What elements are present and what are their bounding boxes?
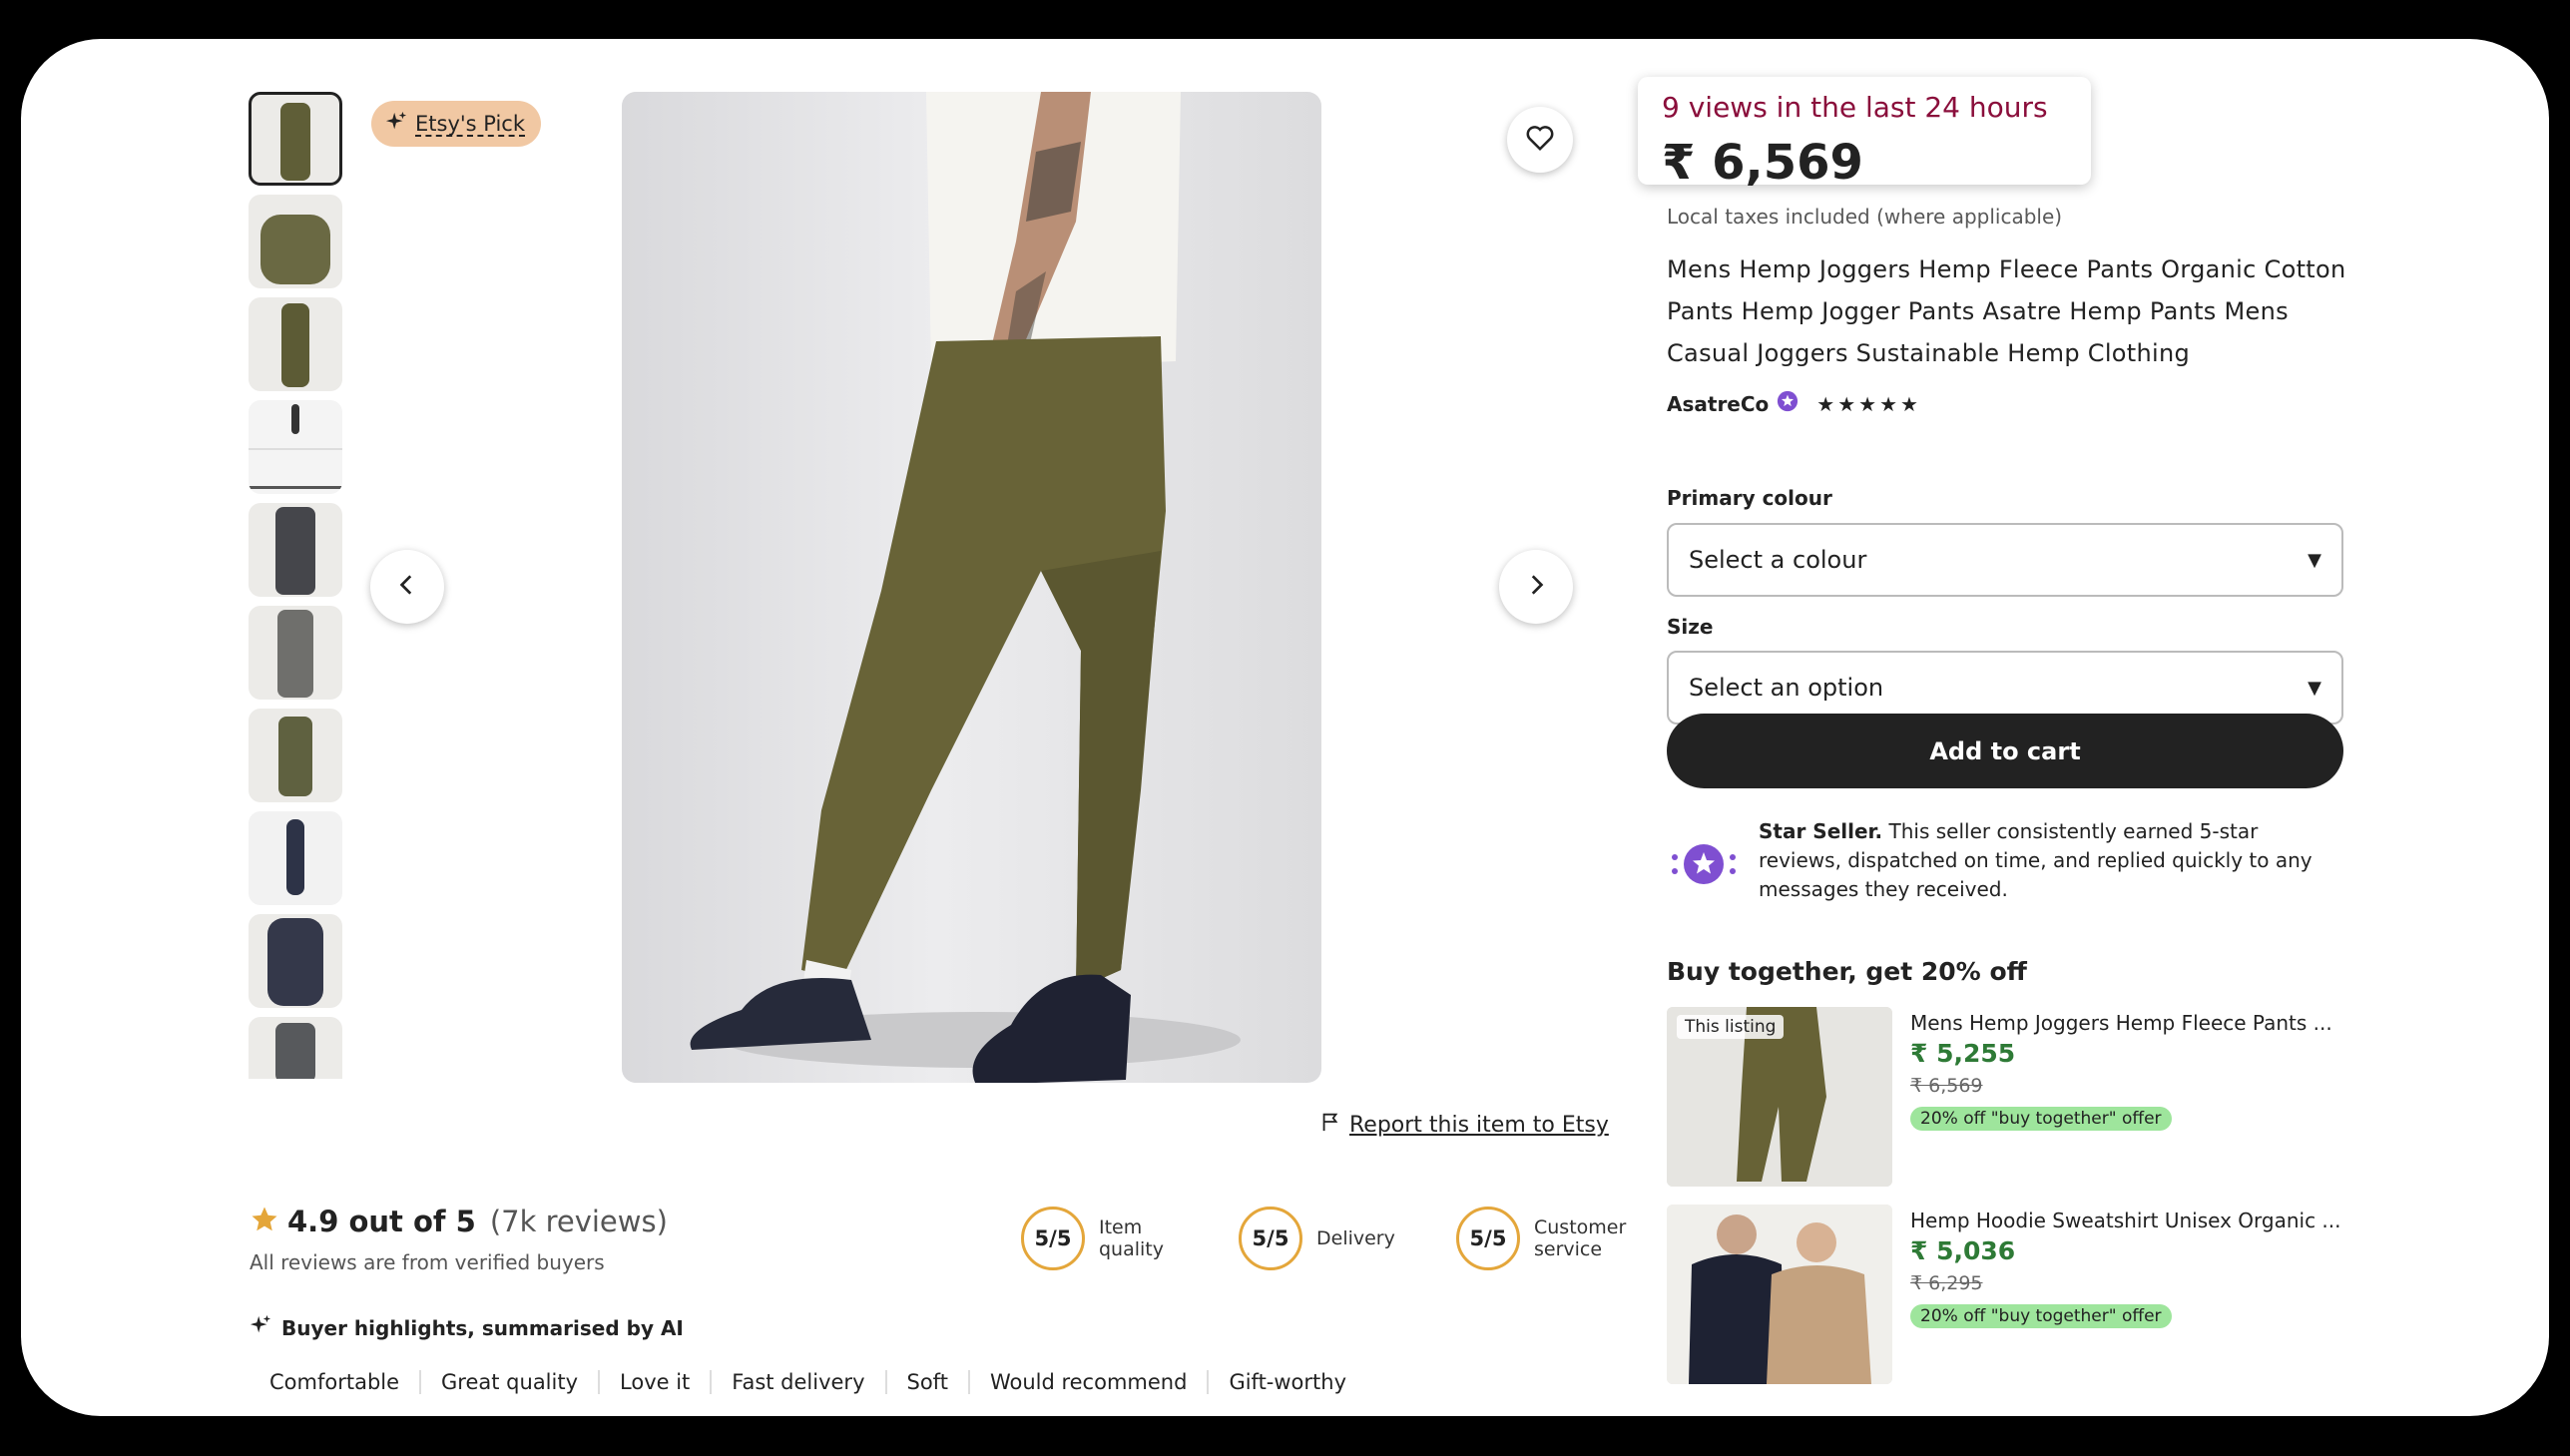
dropdown-arrow-icon: ▼ [2308, 677, 2321, 699]
metric-customer-service: 5/5 Customer service [1456, 1207, 1626, 1270]
report-item-link[interactable]: Report this item to Etsy [1319, 1111, 1609, 1139]
colour-label: Primary colour [1667, 486, 1832, 510]
shop-info: AsatreCo ★★★★★ [1667, 390, 1921, 417]
sparkle-icon [250, 1314, 271, 1341]
this-listing-tag: This listing [1677, 1015, 1785, 1039]
bundle-item-original-price: ₹ 6,569 [1910, 1075, 1983, 1097]
thumbnail[interactable] [249, 709, 342, 802]
price: ₹ 6,569 [1662, 135, 1863, 191]
buyer-highlights-title: Buyer highlights, summarised by AI [250, 1314, 684, 1341]
chevron-right-icon [1523, 572, 1549, 602]
dropdown-arrow-icon: ▼ [2308, 549, 2321, 571]
tax-note: Local taxes included (where applicable) [1667, 205, 2063, 229]
star-seller-badge-icon [1667, 827, 1741, 901]
bundle-offer-badge: 20% off "buy together" offer [1910, 1107, 2172, 1131]
favorite-button[interactable] [1507, 107, 1573, 173]
bundle-item-name[interactable]: Hemp Hoodie Sweatshirt Unisex Organic ..… [1910, 1209, 2341, 1232]
highlight-chip[interactable]: Soft [884, 1370, 968, 1394]
product-photo [690, 92, 1241, 1083]
bundle-item[interactable]: This listing Mens Hemp Joggers Hemp Flee… [1667, 1007, 2365, 1187]
bundle-item[interactable]: Hemp Hoodie Sweatshirt Unisex Organic ..… [1667, 1205, 2365, 1384]
star-seller-text: Star Seller. This seller consistently ea… [1759, 817, 2345, 904]
star-seller-info: Star Seller. This seller consistently ea… [1667, 817, 2345, 904]
shop-rating-stars: ★★★★★ [1816, 391, 1921, 416]
star-icon [250, 1205, 279, 1238]
thumbnail[interactable] [249, 503, 342, 597]
highlight-chip[interactable]: Would recommend [967, 1370, 1208, 1394]
highlight-chips: Comfortable Great quality Love it Fast d… [250, 1370, 1366, 1394]
metric-score: 5/5 [1021, 1207, 1085, 1270]
highlight-chip[interactable]: Great quality [419, 1370, 598, 1394]
thumbnail[interactable] [249, 92, 342, 186]
metric-score: 5/5 [1239, 1207, 1302, 1270]
highlight-chip[interactable]: Love it [598, 1370, 710, 1394]
listing-title: Mens Hemp Joggers Hemp Fleece Pants Orga… [1667, 255, 2346, 367]
bundle-offer-badge: 20% off "buy together" offer [1910, 1304, 2172, 1328]
report-item-label: Report this item to Etsy [1349, 1112, 1609, 1138]
bundle-item-sale-price: ₹ 5,036 [1910, 1236, 2016, 1265]
previous-image-button[interactable] [370, 550, 444, 624]
thumbnail[interactable] [249, 400, 342, 494]
metric-label: Item quality [1099, 1216, 1164, 1260]
verified-note: All reviews are from verified buyers [250, 1250, 605, 1274]
metric-delivery: 5/5 Delivery [1239, 1207, 1408, 1270]
sparkle-icon [385, 111, 407, 138]
views-price-card: 9 views in the last 24 hours ₹ 6,569 [1638, 77, 2091, 191]
buy-together-heading: Buy together, get 20% off [1667, 957, 2027, 986]
size-label: Size [1667, 615, 1714, 639]
add-to-cart-button[interactable]: Add to cart [1667, 714, 2343, 788]
colour-select-value: Select a colour [1689, 546, 1867, 574]
etsys-pick-badge[interactable]: Etsy's Pick [371, 101, 542, 147]
review-summary: 4.9 out of 5 (7k reviews) [250, 1205, 668, 1238]
bundle-item-image[interactable] [1667, 1205, 1892, 1384]
metric-score: 5/5 [1456, 1207, 1520, 1270]
thumbnail[interactable] [249, 1017, 342, 1079]
rating-score: 4.9 out of 5 [287, 1205, 476, 1238]
colour-select[interactable]: Select a colour ▼ [1667, 523, 2343, 597]
shop-name[interactable]: AsatreCo [1667, 392, 1769, 416]
bundle-item-sale-price: ₹ 5,255 [1910, 1039, 2016, 1068]
thumbnail[interactable] [249, 914, 342, 1008]
star-seller-title: Star Seller. [1759, 819, 1883, 843]
thumbnail[interactable] [249, 606, 342, 700]
thumbnail[interactable] [249, 195, 342, 288]
next-image-button[interactable] [1499, 550, 1573, 624]
review-metrics: 5/5 Item quality 5/5 Delivery 5/5 Custom… [1021, 1207, 1626, 1270]
views-count: 9 views in the last 24 hours [1662, 91, 2048, 124]
metric-label: Customer service [1534, 1216, 1627, 1260]
thumbnail[interactable] [249, 297, 342, 391]
bundle-item-image[interactable]: This listing [1667, 1007, 1892, 1187]
metric-item-quality: 5/5 Item quality [1021, 1207, 1191, 1270]
bundle-item-name[interactable]: Mens Hemp Joggers Hemp Fleece Pants ... [1910, 1011, 2332, 1035]
star-seller-small-icon [1777, 390, 1799, 417]
etsys-pick-label: Etsy's Pick [415, 112, 526, 136]
bundle-item-original-price: ₹ 6,295 [1910, 1272, 1983, 1294]
buyer-highlights-label: Buyer highlights, summarised by AI [281, 1315, 684, 1340]
thumbnail[interactable] [249, 811, 342, 905]
heart-icon [1525, 124, 1555, 156]
chevron-left-icon [394, 572, 420, 602]
highlight-chip[interactable]: Comfortable [250, 1370, 419, 1394]
highlight-chip[interactable]: Fast delivery [710, 1370, 884, 1394]
size-select-value: Select an option [1689, 674, 1884, 702]
page-frame: Etsy's Pick Report this item to Etsy 4.9… [21, 39, 2549, 1416]
main-product-image[interactable] [622, 92, 1321, 1083]
review-count[interactable]: (7k reviews) [490, 1205, 668, 1238]
thumbnail-strip [249, 92, 344, 1088]
flag-icon [1319, 1111, 1341, 1139]
metric-label: Delivery [1316, 1227, 1395, 1249]
highlight-chip[interactable]: Gift-worthy [1207, 1370, 1366, 1394]
